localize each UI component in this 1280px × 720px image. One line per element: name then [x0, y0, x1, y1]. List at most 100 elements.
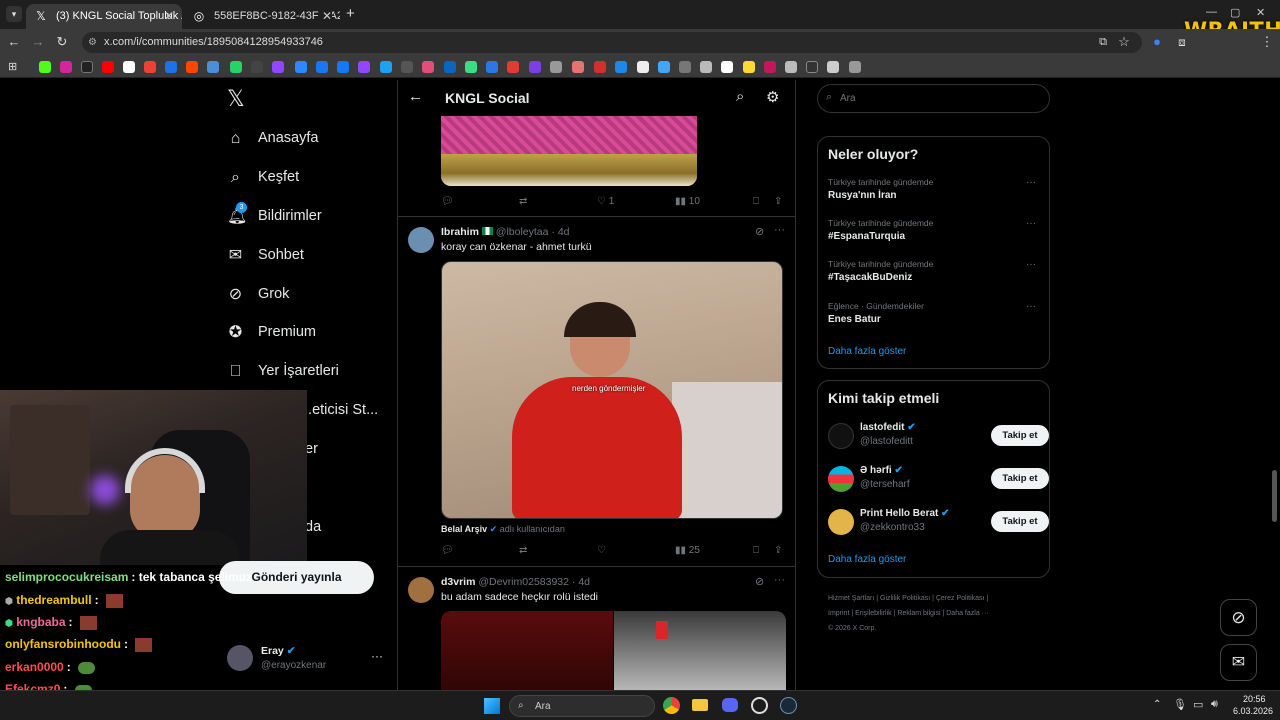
- reload-icon[interactable]: ↻: [53, 33, 71, 51]
- microphone-icon[interactable]: 🎙︎: [1173, 698, 1187, 711]
- bookmark-site-icon[interactable]: [615, 61, 627, 73]
- back-arrow-icon[interactable]: ←: [408, 88, 423, 105]
- views-count[interactable]: ▮▮ 10: [675, 196, 700, 207]
- views-count[interactable]: ▮▮ 25: [675, 545, 700, 556]
- start-button[interactable]: [484, 698, 500, 714]
- discord-app-icon[interactable]: [722, 698, 738, 712]
- follow-suggestion[interactable]: Ə hərfi ✔ @terseharf Takip et: [828, 464, 1049, 494]
- extension-icon[interactable]: ●: [1148, 33, 1166, 51]
- bookmark-twitch-icon[interactable]: [358, 61, 370, 73]
- bookmark-icon[interactable]: ⎕: [753, 545, 759, 556]
- tab-kngl-social[interactable]: 𝕏 (3) KNGL Social Topluluk / X ✕: [26, 4, 182, 29]
- tweet[interactable]: Ibrahim @lboleytaa · 4d ⊘ ··· koray can …: [398, 217, 795, 567]
- bookmark-site-icon[interactable]: [721, 61, 733, 73]
- bookmark-x-icon[interactable]: [81, 61, 93, 73]
- bookmark-site-icon[interactable]: [422, 61, 434, 73]
- bookmark-site-icon[interactable]: [486, 61, 498, 73]
- trend-item[interactable]: Türkiye tarihinde gündemde Rusya'nın İra…: [828, 177, 1043, 201]
- messages-float-button[interactable]: ✉: [1220, 644, 1257, 681]
- more-options-icon[interactable]: ···: [774, 574, 785, 586]
- post-media-image[interactable]: [614, 611, 786, 690]
- trend-item[interactable]: Türkiye tarihinde gündemde #TaşacakBuDen…: [828, 259, 1043, 283]
- trend-more-icon[interactable]: ···: [1026, 301, 1036, 312]
- share-icon[interactable]: ⇪: [774, 196, 782, 207]
- bookmark-youtube-icon[interactable]: [102, 61, 114, 73]
- bookmark-site-icon[interactable]: [207, 61, 219, 73]
- bookmark-site-icon[interactable]: [444, 61, 456, 73]
- bookmark-star-icon[interactable]: ☆: [1115, 33, 1133, 51]
- footer-links[interactable]: Hizmet Şartları | Gizlilik Politikası | …: [828, 591, 1048, 636]
- back-icon[interactable]: ←: [5, 33, 23, 51]
- bookmark-site-icon[interactable]: [764, 61, 776, 73]
- explorer-app-icon[interactable]: [692, 699, 708, 711]
- taskbar-search[interactable]: ⌕ Ara: [509, 695, 655, 717]
- tray-chevron-icon[interactable]: ⌃: [1153, 699, 1161, 710]
- install-app-icon[interactable]: ⧉: [1094, 33, 1112, 51]
- bookmark-site-icon[interactable]: [316, 61, 328, 73]
- bookmark-site-icon[interactable]: [743, 61, 755, 73]
- sidebar-item-creator-studio[interactable]: ...eticisi St...: [300, 398, 378, 422]
- tweet[interactable]: d3vrim @Devrim02583932 · 4d ⊘ ··· bu ada…: [398, 567, 795, 690]
- bookmark-site-icon[interactable]: [529, 61, 541, 73]
- app-icon[interactable]: [751, 697, 768, 714]
- post-media-video[interactable]: nerden göndermişler: [441, 261, 783, 519]
- bookmark-site-icon[interactable]: [637, 61, 649, 73]
- bookmark-site-icon[interactable]: [251, 61, 263, 73]
- steam-app-icon[interactable]: [780, 697, 797, 714]
- bookmark-instagram-icon[interactable]: [60, 61, 72, 73]
- bookmark-site-icon[interactable]: [295, 61, 307, 73]
- bookmark-site-icon[interactable]: [806, 61, 818, 73]
- minimize-icon[interactable]: —: [1206, 6, 1217, 18]
- sidebar-item-grok[interactable]: ⊘ Grok: [227, 282, 290, 306]
- tab-list-button[interactable]: ▾: [6, 6, 22, 22]
- browser-menu-icon[interactable]: ⋮: [1258, 33, 1276, 51]
- sidebar-item-home[interactable]: ⌂ Anasayfa: [227, 126, 319, 150]
- close-tab-icon[interactable]: ✕: [318, 4, 332, 29]
- repost-icon[interactable]: ⇄: [519, 545, 527, 556]
- like-button[interactable]: ♡ 1: [597, 196, 614, 207]
- site-info-icon[interactable]: ⚙: [88, 32, 97, 53]
- post-media-image[interactable]: [441, 116, 697, 186]
- bookmark-site-icon[interactable]: [401, 61, 413, 73]
- bookmark-google-icon[interactable]: [123, 61, 135, 73]
- repost-icon[interactable]: ⇄: [519, 196, 527, 207]
- trend-more-icon[interactable]: ···: [1026, 218, 1036, 229]
- apps-grid-icon[interactable]: ⊞: [8, 60, 17, 73]
- sidebar-item-explore[interactable]: ⌕ Keşfet: [227, 165, 299, 189]
- account-more-icon[interactable]: ···: [371, 649, 383, 663]
- search-icon[interactable]: ⌕: [736, 88, 744, 105]
- bookmark-site-icon[interactable]: [272, 61, 284, 73]
- bookmark-kick-icon[interactable]: [39, 61, 51, 73]
- bookmark-site-icon[interactable]: [380, 61, 392, 73]
- settings-icon[interactable]: ⚙: [766, 88, 779, 106]
- trends-show-more-link[interactable]: Daha fazla göster: [828, 346, 906, 357]
- clock-time[interactable]: 20:56: [1243, 694, 1266, 704]
- follow-show-more-link[interactable]: Daha fazla göster: [828, 554, 906, 565]
- reply-icon[interactable]: 💬︎: [441, 196, 454, 207]
- trend-more-icon[interactable]: ···: [1026, 259, 1036, 270]
- bookmark-site-icon[interactable]: [849, 61, 861, 73]
- bookmark-site-icon[interactable]: [550, 61, 562, 73]
- bookmark-site-icon[interactable]: [658, 61, 670, 73]
- volume-icon[interactable]: 🔊︎: [1211, 698, 1218, 711]
- sidebar-item-premium[interactable]: ✪ Premium: [227, 320, 316, 344]
- bookmark-site-icon[interactable]: [785, 61, 797, 73]
- account-switcher[interactable]: Eray ✔ @erayozkenar ···: [227, 643, 387, 675]
- close-tab-icon[interactable]: ✕: [164, 4, 174, 29]
- extensions-puzzle-icon[interactable]: ⧈: [1173, 33, 1191, 51]
- follow-button[interactable]: Takip et: [991, 468, 1049, 489]
- trend-item[interactable]: Türkiye tarihinde gündemde #EspanaTurqui…: [828, 218, 1043, 242]
- new-tab-button[interactable]: +: [346, 5, 355, 22]
- sidebar-item-more[interactable]: da: [305, 515, 321, 539]
- sidebar-item-notifications[interactable]: 🔔︎ 3 Bildirimler: [227, 201, 322, 228]
- follow-button[interactable]: Takip et: [991, 511, 1049, 532]
- url-field[interactable]: ⚙ x.com/i/communities/189508412895493374…: [82, 32, 1142, 53]
- share-icon[interactable]: ⇪: [774, 545, 782, 556]
- network-icon[interactable]: ▭: [1193, 698, 1203, 711]
- bookmark-site-icon[interactable]: [465, 61, 477, 73]
- bookmark-site-icon[interactable]: [507, 61, 519, 73]
- clock-date[interactable]: 6.03.2026: [1233, 706, 1273, 716]
- more-options-icon[interactable]: ···: [774, 224, 785, 236]
- tab-image[interactable]: ◎ 558EF8BC-9182-43FE-A284-31... ✕: [184, 4, 340, 29]
- follow-suggestion[interactable]: lastofedit ✔ @lastofeditt Takip et: [828, 421, 1049, 451]
